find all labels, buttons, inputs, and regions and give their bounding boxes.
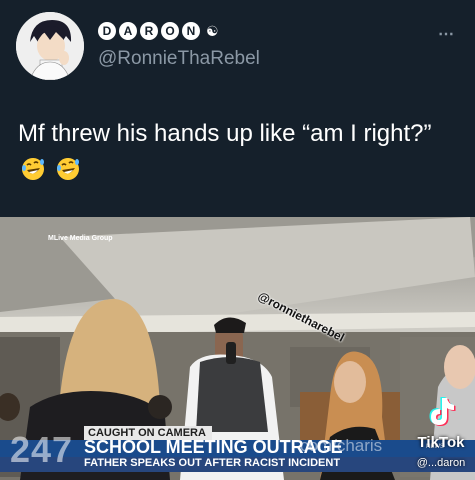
display-name[interactable]: D A R O N ☯ — [98, 22, 219, 40]
rolling-on-floor-laughing-emoji — [22, 158, 44, 180]
tiktok-brand: TikTok — [417, 434, 465, 451]
more-options-icon[interactable]: ⋯ — [438, 24, 455, 44]
tweet-text: Mf threw his hands up like “am I right?” — [18, 116, 448, 188]
tweet-body: Mf threw his hands up like “am I right?” — [18, 120, 432, 147]
tiktok-watermark: TikTok @...daron — [410, 395, 472, 469]
name-letter: A — [119, 22, 137, 40]
tweet: D A R O N ☯ @RonnieThaRebel ⋯ Mf threw h… — [0, 0, 475, 217]
name-letter: O — [161, 22, 179, 40]
rolling-on-floor-laughing-emoji — [56, 158, 79, 180]
source-credit: MLive Media Group — [48, 235, 113, 242]
name-letter: R — [140, 22, 158, 40]
channel-watermark: 247 — [10, 429, 74, 470]
subheadline: FATHER SPEAKS OUT AFTER RACIST INCIDENT — [84, 457, 341, 469]
avatar[interactable] — [16, 12, 84, 80]
tiktok-username: @...daron — [416, 457, 466, 469]
name-letter: N — [182, 22, 200, 40]
yin-yang-icon: ☯ — [206, 22, 219, 39]
embedded-video[interactable]: MLive Media Group @ronnietharebel CAUGHT… — [0, 217, 475, 480]
user-handle[interactable]: @RonnieThaRebel — [98, 48, 260, 70]
name-letter: D — [98, 22, 116, 40]
url-watermark: com/charis — [300, 436, 383, 455]
tiktok-icon — [429, 397, 456, 426]
avatar-image — [16, 12, 84, 80]
